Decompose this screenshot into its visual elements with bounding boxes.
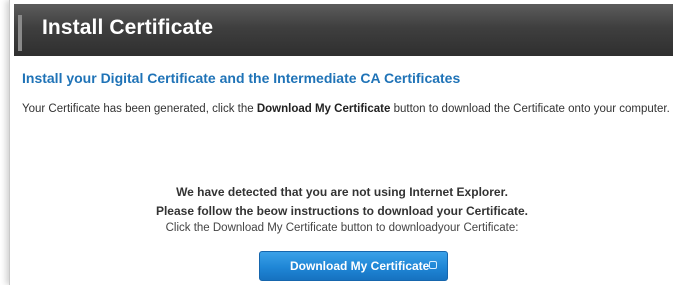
browser-notice-line1: We have detected that you are not using … — [176, 185, 508, 199]
download-icon — [429, 261, 437, 269]
download-certificate-button-label: Download My Certificate — [290, 259, 430, 273]
section-heading: Install your Digital Certificate and the… — [22, 70, 461, 86]
page-title: Install Certificate — [42, 16, 214, 39]
panel-header: Install Certificate — [14, 4, 673, 56]
browser-notice-line2: Please follow the beow instructions to d… — [155, 204, 529, 218]
download-certificate-button[interactable]: Download My Certificate — [259, 251, 448, 281]
generated-message-start: Your Certificate has been generated, cli… — [22, 103, 257, 115]
header-accent — [18, 15, 22, 51]
generated-message-button-name: Download My Certificate — [256, 103, 391, 115]
generated-message-end: button to download the Certificate onto … — [390, 103, 670, 115]
install-certificate-panel: Install Certificate Install your Digital… — [9, 0, 673, 285]
generated-message: Your Certificate has been generated, cli… — [22, 103, 670, 115]
browser-notice-line3: Click the Download My Certificate button… — [165, 222, 519, 234]
